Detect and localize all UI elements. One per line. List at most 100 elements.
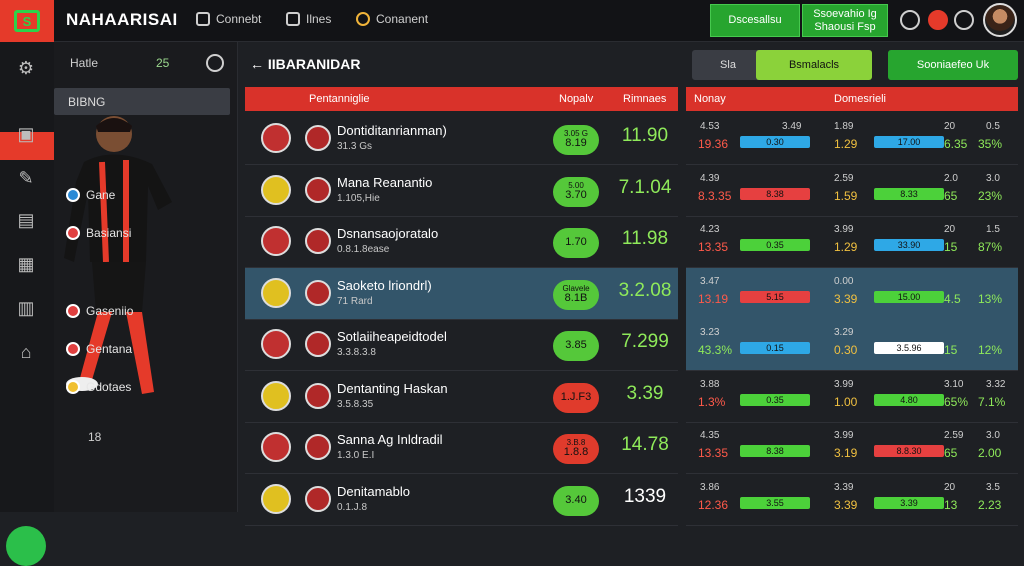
nav-label: Connebt [216,12,262,26]
search-icon[interactable] [206,54,224,72]
odds-pill-value: 8.19 [565,137,587,150]
sidebar-item-gentana[interactable]: Gentana [66,342,132,356]
stat-bar[interactable]: 15.00 [874,290,944,303]
match-title: Denitamablo [337,483,410,499]
promo-button[interactable]: Ssoevahio Ig Shaousi Fsp [802,4,888,37]
sidebar-selected-item[interactable]: BIBNG [54,88,230,115]
stat-b: 43.3% [698,343,733,357]
odds-pill[interactable]: 3.B.8 1.8.8 [553,434,599,464]
table-row[interactable]: Saoketo lriondrl) 71 Rard Glavele 8.1B 3… [245,267,678,320]
odds-value[interactable]: 11.98 [617,228,673,250]
segment-sla[interactable]: Sla [692,50,764,80]
stat-bar[interactable]: 8.33 [874,187,944,200]
table-row[interactable]: Dsnansaojoratalo 0.8.1.8ease 1.70 11.98 [245,216,678,268]
nav-lines[interactable]: Ilnes [286,12,331,26]
stat-e: 2.59 [944,430,964,441]
nav-comment[interactable]: Conanent [356,12,428,26]
avatar[interactable] [983,3,1017,37]
refresh-icon[interactable] [900,10,920,30]
stat-f: 15 [944,343,958,357]
stat-b: 13.19 [698,291,729,306]
stat-bar[interactable]: 3.39 [874,496,944,509]
odds-pill[interactable]: 3.40 [553,485,599,516]
table-row[interactable]: Mana Reanantio 1.105,Hie 5.00 3.70 7.1.0… [245,165,678,217]
stat-bar[interactable]: 5.15 [740,290,810,303]
stats-row[interactable]: 4.35 13.35 8.38 3.99 3.19 8.8.30 2.59 65… [686,422,1018,474]
stat-bar[interactable]: 3.55 [740,496,810,509]
lock-icon[interactable]: ▤ [14,208,38,232]
stats-row[interactable]: 3.23 43.3% 0.15 3.29 0.30 3.5.96 15 12% [686,319,1018,371]
stat-bar[interactable]: 0.30 [740,136,810,148]
sidebar-item-gaseniio[interactable]: Gaseniio [66,304,133,318]
stat-h: 2.23 [978,497,1002,512]
pen-icon[interactable]: ✎ [14,166,38,190]
stat-bar[interactable]: 17.00 [874,136,944,148]
icon-rail: ⚙ ▣ ✎ ▤ ▦ ▥ ⌂ [0,42,54,566]
stat-bar[interactable]: 0.35 [740,393,810,406]
sidebar-item-gdotaes[interactable]: Gdotaes [66,380,131,394]
segment-sooniaefeo[interactable]: Sooniaefeo Uk [888,50,1018,80]
power-icon[interactable] [954,10,974,30]
col-header: Domesrieli [834,93,886,105]
document-icon[interactable]: ▥ [14,296,38,320]
stats-row[interactable]: 3.86 12.36 3.55 3.39 3.39 3.39 20 13 3.5… [686,474,1018,526]
stat-bar[interactable]: 0.35 [740,239,810,251]
list-icon [286,12,300,26]
table-row[interactable]: Denitamablo 0.1.J.8 3.40 1339 [245,474,678,526]
stat-a: 4.53 [700,121,720,132]
breadcrumb[interactable]: ← IIBARANIDAR [250,56,360,72]
stat-d: 1.00 [834,394,858,409]
odds-value[interactable]: 7.1.04 [617,177,673,199]
logo-mark: S [14,10,40,32]
odds-value[interactable]: 1339 [617,486,673,508]
stats-row[interactable]: 4.53 19.36 3.49 0.30 1.89 1.29 17.00 20 … [686,113,1018,165]
table-row[interactable]: Sanna Ag Inldradil 1.3.0 E.I 3.B.8 1.8.8… [245,422,678,474]
stat-c: 3.39 [834,481,854,493]
odds-pill[interactable]: 5.00 3.70 [553,176,599,207]
odds-value[interactable]: 3.2.08 [617,280,673,302]
app-logo[interactable]: S [0,0,54,42]
odds-pill[interactable]: 1.70 [553,228,599,258]
settings-icon[interactable]: ⚙ [14,56,38,80]
stats-row[interactable]: 4.39 8.3.35 8.38 2.59 1.59 8.33 2.0 65 3… [686,165,1018,217]
team-crest-icon [305,125,331,151]
sidebar-item-label: Gane [86,188,116,202]
sidebar-item-basiansi[interactable]: Basiansi [66,226,131,240]
stat-bar[interactable]: 4.80 [874,393,944,406]
stats-row[interactable]: 3.88 1.3% 0.35 3.99 1.00 4.80 3.10 65% 3… [686,371,1018,423]
stat-bar[interactable]: 8.38 [740,445,810,457]
stat-a: 3.23 [700,327,720,338]
odds-pill[interactable]: Glavele 8.1B [553,279,599,310]
nav-connect[interactable]: Connebt [196,12,261,26]
stat-bar[interactable]: 3.5.96 [874,342,944,354]
odds-pill[interactable]: 3.85 [553,331,599,361]
deposit-button[interactable]: Dscesallsu [710,4,800,37]
stat-d: 3.39 [834,291,858,306]
odds-value[interactable]: 14.78 [617,434,673,456]
odds-value[interactable]: 11.90 [617,125,673,147]
stats-row[interactable]: 3.47 13.19 5.15 0.00 3.39 15.00 4.5 13% [686,267,1018,320]
stats-row[interactable]: 4.23 13.35 0.35 3.99 1.29 33.90 20 15 1.… [686,216,1018,268]
odds-value[interactable]: 3.39 [617,383,673,405]
odds-pill[interactable]: 1.J.F3 [553,382,599,413]
calendar-icon[interactable]: ▦ [14,252,38,276]
stat-bar[interactable]: 0.15 [740,342,810,354]
sidebar-item-gane[interactable]: Gane [66,188,115,202]
segment-bsmalacls[interactable]: Bsmalacls [756,50,872,80]
odds-value[interactable]: 7.299 [617,331,673,353]
table-row[interactable]: Dentanting Haskan 3.5.8.35 1.J.F3 3.39 [245,371,678,423]
stat-bar[interactable]: 8.8.30 [874,445,944,457]
stat-bar[interactable]: 8.38 [740,187,810,200]
stat-c: 2.59 [834,172,854,184]
stat-bar[interactable]: 33.90 [874,239,944,251]
heart-icon[interactable] [928,10,948,30]
home-icon[interactable]: ⌂ [14,340,38,364]
team-crest-icon [261,174,291,205]
team-crest-icon [261,329,291,359]
chat-icon[interactable] [6,526,46,566]
table-row[interactable]: Dontiditanrianman) 31.3 Gs 3.05 G 8.19 1… [245,113,678,165]
chart-icon[interactable]: ▣ [14,122,38,146]
odds-pill[interactable]: 3.05 G 8.19 [553,125,599,155]
table-row[interactable]: Sotlaiiheapeidtodel 3.3.8.3.8 3.85 7.299 [245,319,678,371]
match-subtitle: 31.3 Gs [337,141,373,152]
